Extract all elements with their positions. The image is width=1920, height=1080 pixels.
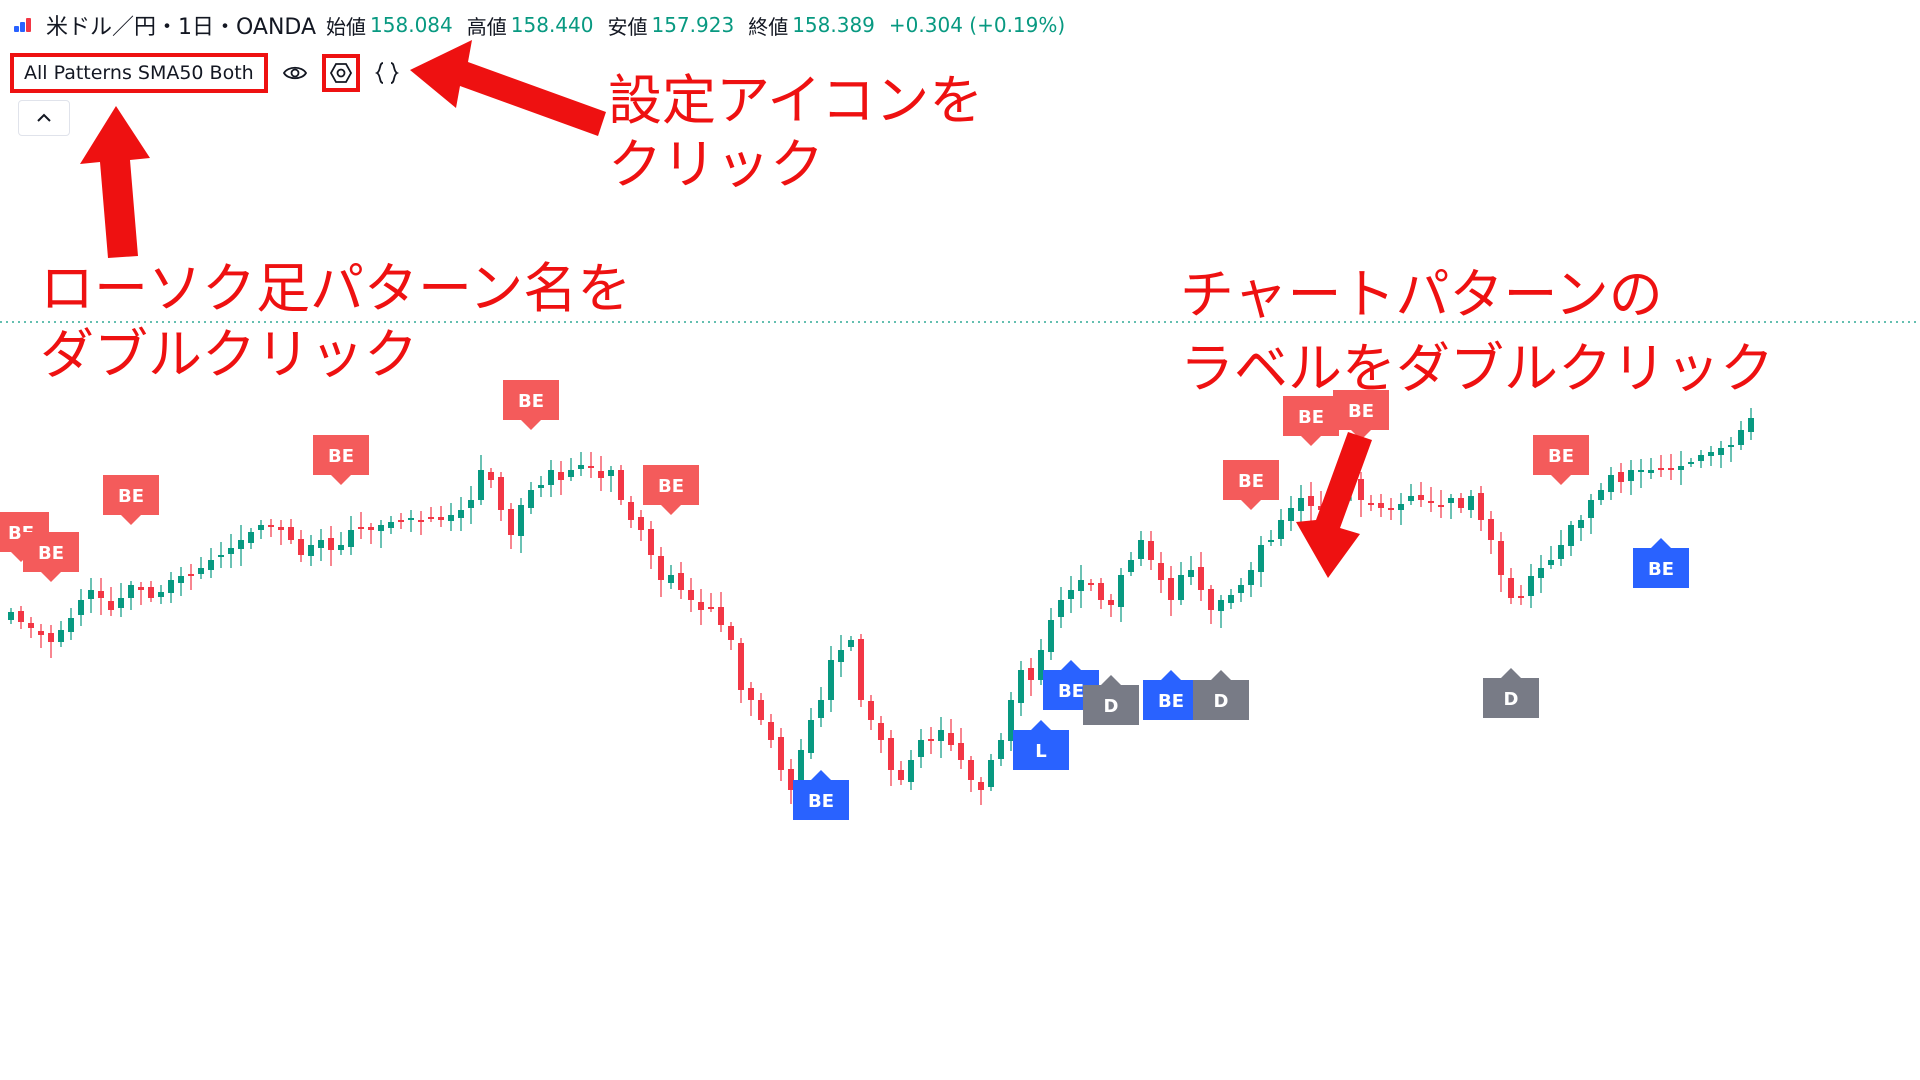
- arrow-to-chart-label: [1296, 432, 1372, 578]
- arrow-to-indicator-name: [80, 106, 150, 258]
- annotation-arrows: [80, 40, 1372, 578]
- arrow-to-settings: [410, 40, 606, 136]
